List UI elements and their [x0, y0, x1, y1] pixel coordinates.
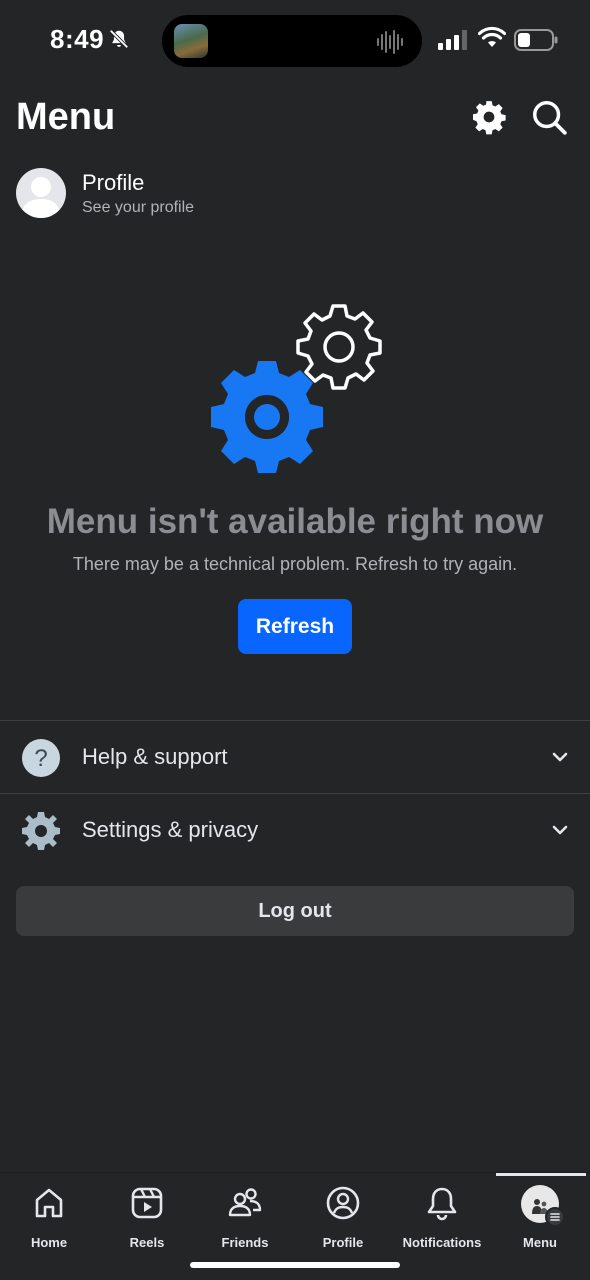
profile-icon: [326, 1186, 360, 1220]
avatar: [16, 168, 66, 218]
hamburger-badge-icon: [545, 1207, 565, 1227]
status-bar: 8:49: [0, 0, 590, 80]
nav-notifications[interactable]: Notifications: [393, 1185, 491, 1250]
gear-icon[interactable]: [470, 98, 508, 136]
signal-icon: [438, 30, 467, 50]
error-message: There may be a technical problem. Refres…: [72, 554, 518, 574]
nav-label: Friends: [221, 1235, 269, 1250]
question-circle-icon: ?: [22, 739, 60, 777]
battery-icon: [514, 29, 558, 51]
nav-reels[interactable]: Reels: [98, 1185, 196, 1250]
nav-menu[interactable]: Menu: [491, 1185, 589, 1250]
chevron-down-icon: [552, 752, 568, 762]
wifi-icon: [478, 26, 506, 47]
chevron-down-icon: [552, 825, 568, 835]
nav-label: Menu: [523, 1235, 557, 1250]
section-label: Help & support: [82, 744, 228, 769]
active-tab-indicator: [496, 1173, 586, 1176]
bell-slash-icon: [109, 29, 129, 49]
refresh-button[interactable]: Refresh: [238, 599, 352, 654]
nav-home[interactable]: Home: [0, 1185, 98, 1250]
nav-label: Reels: [129, 1235, 165, 1250]
home-indicator: [190, 1262, 400, 1268]
nav-label: Profile: [322, 1235, 364, 1250]
nav-label: Home: [30, 1235, 68, 1250]
menu-avatar-icon: [521, 1185, 565, 1227]
svg-text:?: ?: [34, 745, 47, 772]
section-label: Settings & privacy: [82, 817, 259, 842]
profile-name: Profile: [82, 170, 145, 195]
search-icon[interactable]: [530, 98, 568, 136]
home-icon: [35, 1188, 63, 1218]
help-support-row[interactable]: ? Help & support: [0, 721, 590, 793]
profile-subtitle: See your profile: [82, 199, 195, 216]
bell-icon: [427, 1187, 457, 1221]
reels-icon: [131, 1187, 163, 1219]
friends-icon: [228, 1188, 262, 1217]
gear-icon: [22, 812, 60, 850]
nav-friends[interactable]: Friends: [196, 1185, 294, 1250]
status-time: 8:49: [50, 24, 105, 54]
nav-profile[interactable]: Profile: [294, 1185, 392, 1250]
audio-wave-icon: [377, 30, 403, 54]
gears-icon: [211, 304, 382, 473]
error-title: Menu isn't available right now: [46, 502, 544, 541]
dynamic-island[interactable]: [162, 15, 422, 67]
default-avatar-icon: [21, 177, 61, 218]
nav-label: Notifications: [402, 1235, 482, 1250]
profile-shortcut[interactable]: Profile See your profile: [16, 168, 416, 220]
settings-privacy-row[interactable]: Settings & privacy: [0, 794, 590, 866]
now-playing-thumbnail: [174, 24, 208, 58]
logout-button[interactable]: Log out: [16, 886, 574, 936]
page-title: Menu: [16, 96, 116, 138]
